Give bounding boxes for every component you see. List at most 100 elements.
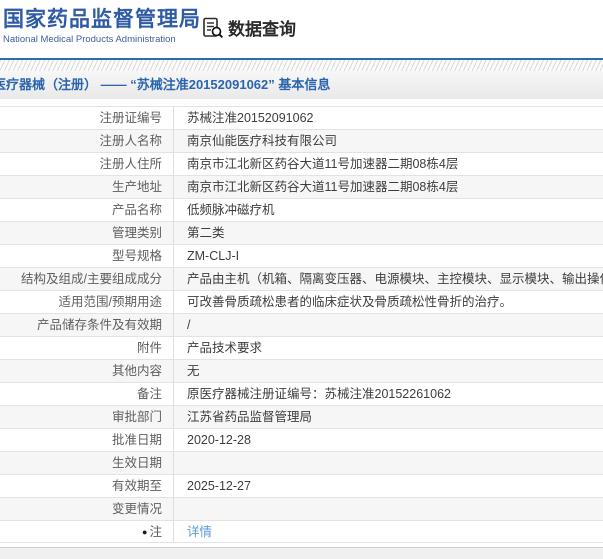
row-label: 变更情况 [0,498,174,520]
table-row: 备注 原医疗器械注册证编号：苏械注准20152261062 [0,382,603,405]
page-title: 医疗器械（注册） —— “苏械注准20152091062” 基本信息 [0,77,331,92]
registration-info-table: 注册证编号 苏械注准20152091062 注册人名称 南京仙能医疗科技有限公司 注册人… [0,106,603,543]
table-row: 批准日期 2020-12-28 [0,428,603,451]
org-name-cn: 国家药品监督管理局 [3,8,201,31]
table-row: 其他内容 无 [0,359,603,382]
row-value: 可改善骨质疏松患者的临床症状及骨质疏松性骨折的治疗。 [174,291,603,313]
row-label-text: 结构及组成/主要组成成分 [21,272,162,286]
table-row: 生产地址 南京市江北新区药谷大道11号加速器二期08栋4层 [0,175,603,198]
row-value: 南京市江北新区药谷大道11号加速器二期08栋4层 [174,176,603,198]
row-label: 产品名称 [0,199,174,221]
row-label-text: 注 [149,525,162,539]
row-value-text: 2025-12-27 [187,479,251,493]
row-label: 结构及组成/主要组成成分 [0,268,174,290]
row-value [174,498,603,520]
row-label-text: 有效期至 [111,479,162,493]
row-label: 其他内容 [0,360,174,382]
row-label-text: 注册人住所 [99,157,162,171]
dot-icon: ● [142,527,148,537]
spacer [0,99,603,106]
row-label-text: 产品名称 [111,203,162,217]
row-label: 批准日期 [0,429,174,451]
row-label: 有效期至 [0,475,174,497]
row-label-text: 变更情况 [111,502,162,516]
table-row: 注册人住所 南京市江北新区药谷大道11号加速器二期08栋4层 [0,152,603,175]
row-label: 审批部门 [0,406,174,428]
row-value: / [174,314,603,336]
table-row: 适用范围/预期用途 可改善骨质疏松患者的临床症状及骨质疏松性骨折的治疗。 [0,290,603,313]
table-row: 附件 产品技术要求 [0,336,603,359]
row-label-text: 型号规格 [111,249,162,263]
row-value-text: 2020-12-28 [187,433,251,447]
row-value: 低频脉冲磁疗机 [174,199,603,221]
row-value-text: 产品技术要求 [187,341,263,355]
page-title-bar: 医疗器械（注册） —— “苏械注准20152091062” 基本信息 [0,71,603,99]
row-value-text: 苏械注准20152091062 [187,111,314,125]
table-row: 注册证编号 苏械注准20152091062 [0,106,603,129]
row-label: 生效日期 [0,452,174,474]
row-label: 管理类别 [0,222,174,244]
table-row: 型号规格 ZM-CLJ-I [0,244,603,267]
table-row: 有效期至 2025-12-27 [0,474,603,497]
row-label-text: 注册人名称 [99,134,162,148]
row-label-text: 生产地址 [111,180,162,194]
data-query-label: 数据查询 [228,20,296,39]
table-row: 审批部门 江苏省药品监督管理局 [0,405,603,428]
row-value: ZM-CLJ-I [174,245,603,267]
details-link[interactable]: 详情 [187,525,212,539]
row-label-text: 适用范围/预期用途 [58,295,162,309]
row-value-text: 第二类 [187,226,225,240]
row-label: 注册证编号 [0,107,174,129]
row-value: 详情 [174,521,603,542]
row-label: 适用范围/预期用途 [0,291,174,313]
row-value-text: / [187,318,191,332]
table-row: 生效日期 [0,451,603,474]
row-label-text: 批准日期 [111,433,162,447]
row-value: 2020-12-28 [174,429,603,451]
org-name-en: National Medical Products Administration [3,34,176,45]
row-label-text: 其他内容 [111,364,162,378]
nmpa-logo: 国家药品监督管理局 National Medical Products Admi… [3,8,201,46]
hatch-decoration-band [0,60,603,71]
row-label-text: 附件 [136,341,162,355]
row-value: 无 [174,360,603,382]
table-row: ● 注 详情 [0,520,603,543]
row-label-text: 产品储存条件及有效期 [36,318,162,332]
row-value: 2025-12-27 [174,475,603,497]
table-row: 产品储存条件及有效期 / [0,313,603,336]
row-value [174,452,603,474]
table-row: 产品名称 低频脉冲磁疗机 [0,198,603,221]
table-row: 结构及组成/主要组成成分 产品由主机（机箱、隔离变压器、电源模块、主控模块、显示模… [0,267,603,290]
row-value: 苏械注准20152091062 [174,107,603,129]
row-value-text: 低频脉冲磁疗机 [187,203,275,217]
site-header: 国家药品监督管理局 National Medical Products Admi… [0,0,603,58]
row-value-text: 江苏省药品监督管理局 [187,410,313,424]
row-label: 型号规格 [0,245,174,267]
row-value-text: 原医疗器械注册证编号：苏械注准20152261062 [187,387,451,401]
row-label: 产品储存条件及有效期 [0,314,174,336]
row-label-text: 生效日期 [111,456,162,470]
table-row: 注册人名称 南京仙能医疗科技有限公司 [0,129,603,152]
row-value-text: 产品由主机（机箱、隔离变压器、电源模块、主控模块、显示模块、输出操作接口）和磁耦… [187,272,603,286]
row-label-text: 管理类别 [111,226,162,240]
row-value-text: 南京市江北新区药谷大道11号加速器二期08栋4层 [187,180,459,194]
row-label-text: 备注 [136,387,162,401]
row-label: 注册人住所 [0,153,174,175]
row-label: 附件 [0,337,174,359]
row-label-text: 审批部门 [111,410,162,424]
row-label: 备注 [0,383,174,405]
row-value: 江苏省药品监督管理局 [174,406,603,428]
row-value-text: 南京仙能医疗科技有限公司 [187,134,338,148]
row-value-text: 南京市江北新区药谷大道11号加速器二期08栋4层 [187,157,459,171]
row-value: 第二类 [174,222,603,244]
table-row: 变更情况 [0,497,603,520]
row-label: 注册人名称 [0,130,174,152]
row-label: 生产地址 [0,176,174,198]
row-value: 原医疗器械注册证编号：苏械注准20152261062 [174,383,603,405]
row-value-text: ZM-CLJ-I [187,249,240,263]
data-query-nav[interactable]: 数据查询 [202,15,296,40]
page-footer [0,547,603,559]
row-value-text: 无 [187,364,200,378]
row-label-text: 注册证编号 [99,111,162,125]
row-value: 产品技术要求 [174,337,603,359]
